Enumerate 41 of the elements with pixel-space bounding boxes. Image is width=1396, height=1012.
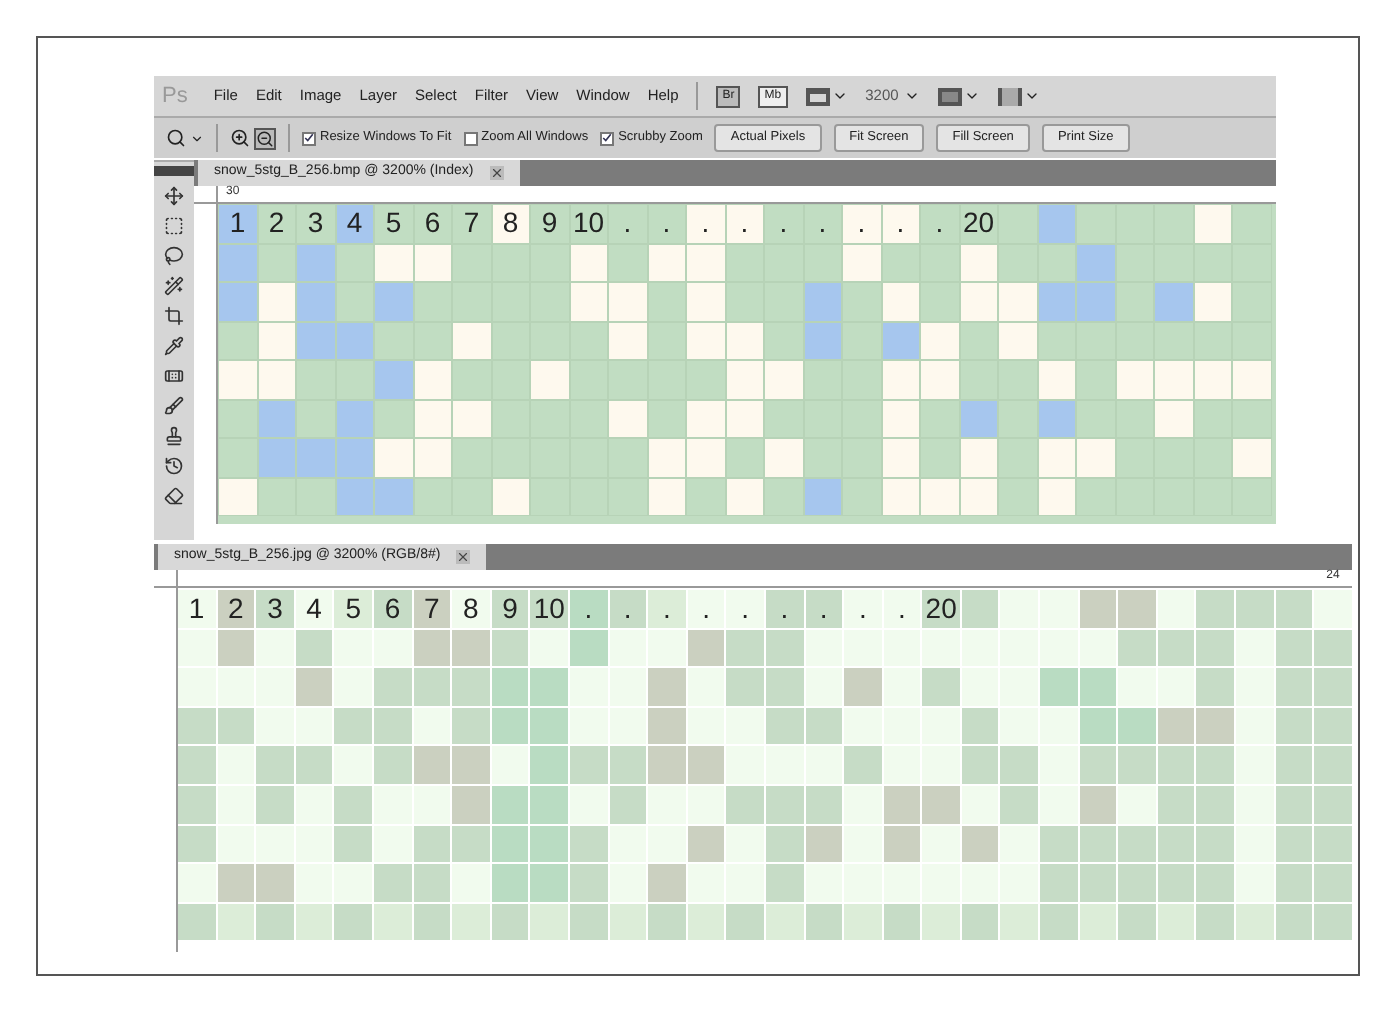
pixel-label: 1: [178, 590, 216, 628]
pixel-label: .: [844, 590, 882, 628]
pixel-label: 1: [218, 204, 257, 243]
pixel-label: .: [647, 204, 686, 243]
pixel-label: .: [725, 204, 764, 243]
pixel-label: 8: [491, 204, 530, 243]
pixel-label: .: [920, 204, 959, 243]
pixel-label: .: [726, 590, 764, 628]
pixel-label: 5: [334, 590, 372, 628]
pixel-label: 20: [922, 590, 960, 628]
pixel-label: 20: [959, 204, 998, 243]
pixel-label: .: [881, 204, 920, 243]
pixel-label: 9: [491, 590, 529, 628]
pixel-label: 5: [374, 204, 413, 243]
pixel-label: .: [609, 590, 647, 628]
pixel-label: 10: [530, 590, 568, 628]
pixel-label: .: [765, 590, 803, 628]
pixel-label: .: [803, 204, 842, 243]
pixel-label: 8: [452, 590, 490, 628]
pixel-label: 4: [295, 590, 333, 628]
pixel-label: 3: [296, 204, 335, 243]
pixel-label: .: [842, 204, 881, 243]
pixel-label: .: [608, 204, 647, 243]
pixel-label: 2: [217, 590, 255, 628]
pixel-label: 2: [257, 204, 296, 243]
pixel-label: 7: [452, 204, 491, 243]
pixel-label: .: [648, 590, 686, 628]
pixel-label: .: [883, 590, 921, 628]
pixel-label: .: [764, 204, 803, 243]
pixel-label: 6: [413, 204, 452, 243]
pixel-label: .: [805, 590, 843, 628]
pixel-label: 4: [335, 204, 374, 243]
pixel-label: 10: [569, 204, 608, 243]
pixel-label: .: [686, 204, 725, 243]
pixel-label: 7: [413, 590, 451, 628]
pixel-label: 9: [530, 204, 569, 243]
pixel-label: .: [687, 590, 725, 628]
app-logo: Ps: [162, 81, 188, 112]
pixel-label: 6: [373, 590, 412, 628]
pixel-label: 3: [256, 590, 294, 628]
pixel-label: .: [569, 590, 608, 628]
